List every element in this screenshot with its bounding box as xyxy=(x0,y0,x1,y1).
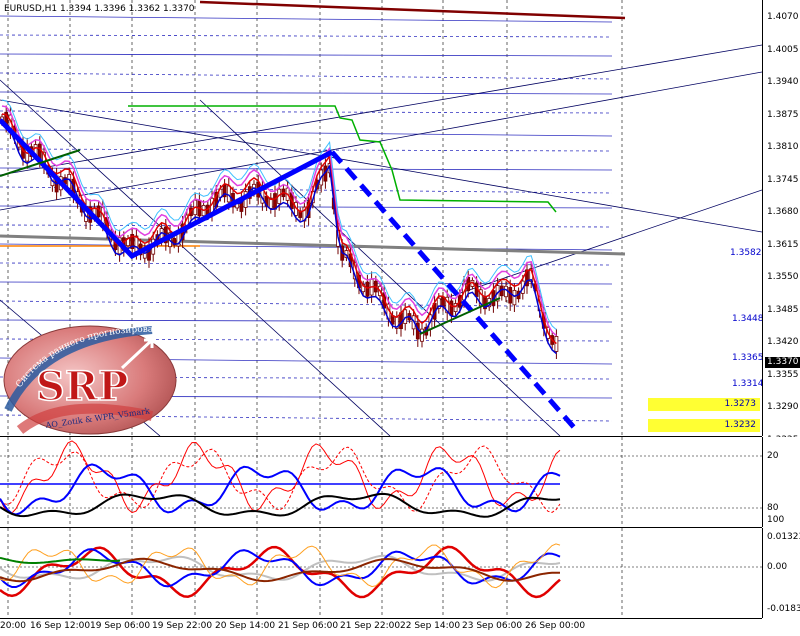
macd-green xyxy=(0,556,121,564)
level-box-6: 1.3232 xyxy=(648,419,760,432)
date-tick-label: 21 Sep 22:00 xyxy=(340,621,401,631)
level-label-3: 1.3365 xyxy=(732,353,762,363)
current-price-badge: 1.3370 xyxy=(765,357,800,368)
oscillator-pane[interactable] xyxy=(0,437,762,528)
date-tick-label: 22 Sep 14:00 xyxy=(400,621,461,631)
candle-body xyxy=(512,289,517,306)
oscillator-axis[interactable]: 20 80 100 xyxy=(762,437,800,527)
channel-line xyxy=(0,148,613,152)
date-tick-label: 23 Sep 06:00 xyxy=(462,621,523,631)
date-tick-label: 20 Sep 14:00 xyxy=(215,621,276,631)
osc-tick-80: 80 xyxy=(767,503,779,513)
symbol-title: EURUSD,H1 1.3394 1.3396 1.3362 1.3370 xyxy=(4,4,195,14)
osc-tick-100: 100 xyxy=(767,515,785,525)
candle-body xyxy=(226,185,231,203)
level-label-4: 1.3314 xyxy=(732,379,762,389)
price-tick-label: 1.4005 xyxy=(767,44,799,55)
level-label-2: 1.3448 xyxy=(732,314,762,324)
level-box-5: 1.3273 xyxy=(648,398,760,411)
macd-axis[interactable]: 0.01323 0.00 -0.01837 xyxy=(762,528,800,618)
price-tick-label: 1.4070 xyxy=(767,12,799,22)
price-tick-label: 1.3485 xyxy=(767,304,799,315)
channel-line xyxy=(0,34,613,38)
osc-black xyxy=(0,492,561,518)
candle-body xyxy=(273,193,277,210)
price-tick-label: 1.3810 xyxy=(767,142,799,152)
price-chart-pane[interactable]: EURUSD,H1 1.3394 1.3396 1.3362 1.3370 1.… xyxy=(0,0,762,437)
trading-terminal: EURUSD,H1 1.3394 1.3396 1.3362 1.3370 1.… xyxy=(0,0,800,636)
price-tick-label: 1.3940 xyxy=(767,77,799,87)
osc-blue xyxy=(0,463,561,516)
osc-tick-20: 20 xyxy=(767,451,779,461)
price-tick-label: 1.3290 xyxy=(767,402,799,412)
channel-line xyxy=(0,72,613,80)
price-tick-label: 1.3875 xyxy=(767,109,799,120)
macd-tick-zero: 0.00 xyxy=(767,562,788,572)
price-tick-label: 1.3615 xyxy=(767,239,799,250)
date-tick-label: 19 Sep 06:00 xyxy=(90,621,151,631)
oscillator-canvas xyxy=(0,437,762,527)
level-label-1: 1.3582 xyxy=(730,248,762,258)
candle-body xyxy=(554,336,559,352)
date-tick-label: 16 Sep 12:00 xyxy=(30,621,91,631)
channel-line xyxy=(0,129,613,137)
date-tick-label: 20:00 xyxy=(0,621,26,631)
srp-logo-graphic: Система раннего прогнозирования SRP AO_Z… xyxy=(2,318,177,435)
resistance-line xyxy=(199,0,626,20)
channel-line xyxy=(0,262,613,266)
macd-canvas xyxy=(0,528,762,618)
channel-line xyxy=(0,110,613,114)
zigzag-line xyxy=(0,118,334,260)
logo-letters: SRP xyxy=(36,363,128,410)
price-tick-label: 1.3550 xyxy=(767,272,799,282)
channel-line xyxy=(0,15,613,23)
candle-body xyxy=(365,281,370,297)
price-axis[interactable]: 1.3370 1.4070 1.4005 1.3940 1.3875 1.3810 1.3… xyxy=(762,0,800,445)
macd-tick-bottom: -0.01837 xyxy=(767,604,800,614)
candle-body xyxy=(508,287,513,304)
channel-line xyxy=(0,53,613,57)
date-tick-label: 19 Sep 22:00 xyxy=(152,621,213,631)
channel-line xyxy=(0,300,613,308)
srp-logo: Система раннего прогнозирования SRP AO_Z… xyxy=(2,318,178,436)
candle-body xyxy=(449,300,454,317)
time-axis[interactable]: 20:00 16 Sep 12:00 19 Sep 06:00 19 Sep 22:0… xyxy=(0,619,762,636)
price-tick-label: 1.3420 xyxy=(767,337,799,347)
fan-line xyxy=(0,99,762,233)
macd-pane[interactable] xyxy=(0,528,762,619)
channel-line xyxy=(0,91,613,95)
price-tick-label: 1.3680 xyxy=(767,207,799,217)
fan-line xyxy=(0,44,762,176)
date-tick-label: 21 Sep 06:00 xyxy=(278,621,339,631)
price-tick-label: 1.3745 xyxy=(767,174,799,185)
fan-line xyxy=(439,189,762,301)
date-tick-label: 26 Sep 00:00 xyxy=(525,621,586,631)
channel-line xyxy=(0,224,613,228)
candle-body xyxy=(420,328,424,342)
price-tick-label: 1.3355 xyxy=(767,369,799,380)
macd-tick-top: 0.01323 xyxy=(767,532,800,542)
